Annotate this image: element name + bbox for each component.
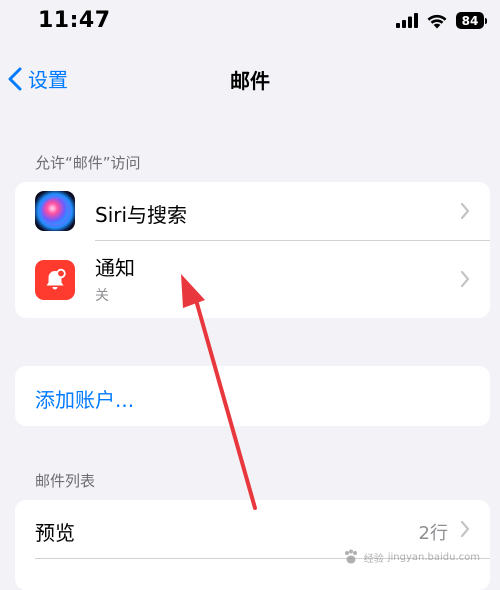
chevron-right-icon — [460, 270, 470, 288]
watermark-text: jingyan.baidu.com — [387, 551, 480, 563]
page-title: 邮件 — [230, 69, 270, 93]
notifications-status: 关 — [95, 288, 109, 304]
bell-glyph-icon — [46, 268, 66, 290]
add-account-label: 添加账户... — [35, 388, 135, 412]
chevron-right-icon — [460, 202, 470, 220]
watermark: 经验 jingyan.baidu.com — [342, 548, 480, 566]
notifications-row[interactable]: 通知 关 — [15, 241, 490, 318]
siri-search-label: Siri与搜索 — [95, 203, 188, 227]
battery-icon: 84 — [456, 12, 487, 29]
wifi-icon — [427, 14, 447, 28]
preview-value: 2行 — [418, 523, 448, 544]
allow-access-card: Siri与搜索 通知 关 — [15, 182, 490, 318]
add-account-button[interactable]: 添加账户... — [15, 366, 490, 426]
status-time: 11:47 — [38, 8, 111, 33]
baidu-paw-icon — [344, 549, 357, 564]
watermark-brand: 经验 — [363, 553, 384, 565]
status-bar: 11:47 84 — [0, 0, 500, 46]
preview-label: 预览 — [35, 521, 75, 545]
add-account-card: 添加账户... — [15, 366, 490, 426]
nav-bar: 设置 邮件 — [0, 46, 500, 110]
siri-icon — [35, 191, 75, 231]
section-header-mail-list: 邮件列表 — [35, 472, 96, 490]
siri-search-row[interactable]: Siri与搜索 — [15, 182, 490, 240]
mail-list-card: 预览 2行 — [15, 500, 490, 590]
status-icons: 84 — [396, 12, 487, 29]
notifications-label: 通知 — [95, 256, 135, 280]
chevron-right-icon — [460, 520, 470, 538]
notification-bell-icon — [35, 260, 75, 300]
cellular-signal-icon — [396, 13, 418, 28]
section-header-allow-access: 允许“邮件”访问 — [35, 154, 141, 172]
siri-orb — [42, 198, 68, 224]
